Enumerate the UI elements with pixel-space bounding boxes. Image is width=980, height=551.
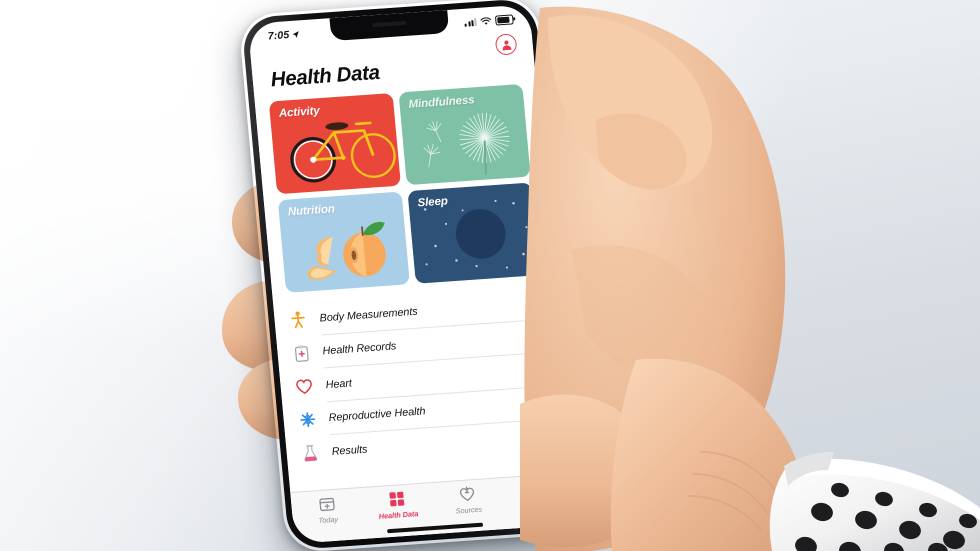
- hand-front-layer: [520, 6, 980, 551]
- screenshot-stage: 7:05 Health Data Activity Mindfulness Nu…: [0, 0, 980, 551]
- watch-band: [769, 452, 980, 551]
